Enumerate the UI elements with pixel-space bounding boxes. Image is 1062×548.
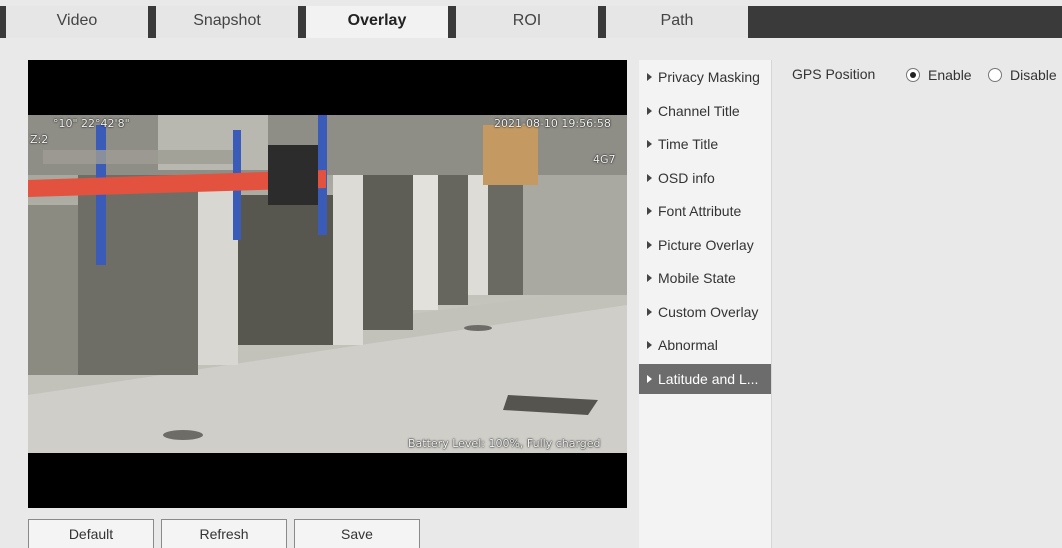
camera-image: °10" 22°42'8" Z:2 2021-08-10 19:56:58 4G…: [28, 115, 627, 453]
gps-position-label: GPS Position: [792, 66, 876, 82]
radio-checked-icon: [906, 68, 920, 83]
tab-roi[interactable]: ROI: [456, 6, 606, 38]
menu-item-channel-title[interactable]: Channel Title: [639, 96, 771, 126]
overlay-settings-page: Video Snapshot Overlay ROI Path °10" 22°…: [0, 0, 1062, 548]
menu-item-font-attribute[interactable]: Font Attribute: [639, 196, 771, 226]
tab-path[interactable]: Path: [606, 6, 756, 38]
arrow-right-icon: [647, 107, 652, 116]
radio-unchecked-icon: [988, 68, 1002, 83]
overlay-menu: Privacy Masking Channel Title Time Title…: [639, 60, 772, 548]
osd-datetime: 2021-08-10 19:56:58: [494, 117, 611, 130]
menu-item-picture-overlay[interactable]: Picture Overlay: [639, 230, 771, 260]
arrow-right-icon: [647, 308, 652, 317]
arrow-right-icon: [647, 241, 652, 250]
osd-battery: Battery Level: 100%, Fully charged: [408, 437, 601, 450]
menu-item-osd-info[interactable]: OSD info: [639, 163, 771, 193]
video-preview: °10" 22°42'8" Z:2 2021-08-10 19:56:58 4G…: [28, 60, 627, 508]
arrow-right-icon: [647, 207, 652, 216]
tab-snapshot[interactable]: Snapshot: [156, 6, 306, 38]
osd-coordinates: °10" 22°42'8": [53, 117, 130, 130]
arrow-right-icon: [647, 274, 652, 283]
arrow-right-icon: [647, 375, 652, 384]
menu-item-latitude-longitude[interactable]: Latitude and L...: [639, 364, 771, 394]
refresh-button[interactable]: Refresh: [161, 519, 287, 548]
arrow-right-icon: [647, 73, 652, 82]
osd-zone: Z:2: [30, 133, 49, 146]
menu-item-time-title[interactable]: Time Title: [639, 129, 771, 159]
default-button[interactable]: Default: [28, 519, 154, 548]
tab-video[interactable]: Video: [6, 6, 156, 38]
osd-network: 4G7: [593, 153, 616, 166]
gps-enable-radio[interactable]: Enable: [906, 66, 972, 84]
menu-item-mobile-state[interactable]: Mobile State: [639, 263, 771, 293]
tab-overlay[interactable]: Overlay: [306, 6, 456, 38]
menu-item-privacy-masking[interactable]: Privacy Masking: [639, 62, 771, 92]
arrow-right-icon: [647, 140, 652, 149]
menu-item-abnormal[interactable]: Abnormal: [639, 330, 771, 360]
menu-item-custom-overlay[interactable]: Custom Overlay: [639, 297, 771, 327]
arrow-right-icon: [647, 341, 652, 350]
gps-disable-radio[interactable]: Disable: [988, 66, 1057, 84]
tab-bar: Video Snapshot Overlay ROI Path: [0, 6, 1062, 38]
camera-scene-graphic: [28, 115, 627, 453]
save-button[interactable]: Save: [294, 519, 420, 548]
arrow-right-icon: [647, 174, 652, 183]
